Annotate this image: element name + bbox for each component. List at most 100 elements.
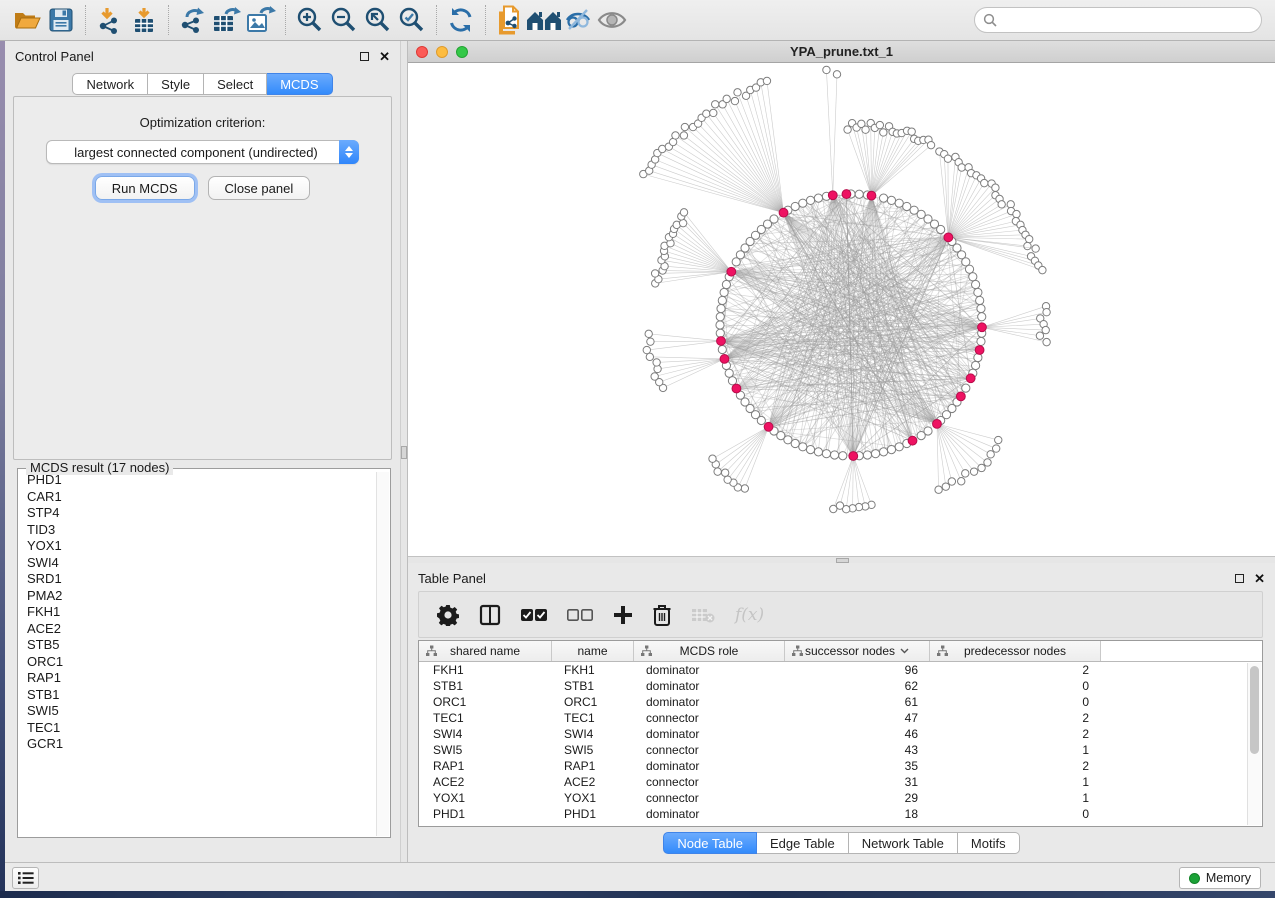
column-header-predecessor-nodes[interactable]: predecessor nodes bbox=[930, 641, 1101, 661]
column-header-MCDS-role[interactable]: MCDS role bbox=[634, 641, 785, 661]
criterion-dropdown[interactable]: largest connected component (undirected) bbox=[46, 140, 359, 164]
zoom-out-button[interactable] bbox=[327, 4, 361, 36]
mcds-result-item[interactable]: ACE2 bbox=[19, 621, 376, 638]
mcds-result-item[interactable]: ORC1 bbox=[19, 654, 376, 671]
mcds-result-item[interactable]: TID3 bbox=[19, 522, 376, 539]
mcds-result-item[interactable]: STB1 bbox=[19, 687, 376, 704]
open-file-button[interactable] bbox=[10, 4, 44, 36]
mcds-result-item[interactable]: PHD1 bbox=[19, 472, 376, 489]
toolbar-separator bbox=[436, 5, 437, 35]
network-window-titlebar[interactable]: YPA_prune.txt_1 bbox=[408, 41, 1275, 63]
export-table-icon bbox=[212, 6, 242, 34]
twin-houses-button[interactable] bbox=[527, 4, 561, 36]
table-row[interactable]: RAP1RAP1dominator352 bbox=[419, 758, 1262, 774]
add-column-icon[interactable] bbox=[613, 605, 633, 625]
table-row[interactable]: STB1STB1dominator620 bbox=[419, 678, 1262, 694]
clone-network-button[interactable] bbox=[493, 4, 527, 36]
table-tabs: Node TableEdge TableNetwork TableMotifs bbox=[663, 832, 1019, 854]
tab-network-table[interactable]: Network Table bbox=[849, 832, 958, 854]
mcds-result-item[interactable]: PMA2 bbox=[19, 588, 376, 605]
mcds-result-item[interactable]: FKH1 bbox=[19, 604, 376, 621]
tab-edge-table[interactable]: Edge Table bbox=[757, 832, 849, 854]
export-table-button[interactable] bbox=[210, 4, 244, 36]
task-history-button[interactable] bbox=[12, 867, 39, 889]
mcds-result-item[interactable]: RAP1 bbox=[19, 670, 376, 687]
search-box[interactable] bbox=[974, 7, 1262, 33]
column-header-successor-nodes[interactable]: successor nodes bbox=[785, 641, 930, 661]
column-header-name[interactable]: name bbox=[552, 641, 634, 661]
cell-name: FKH1 bbox=[552, 663, 634, 677]
mcds-result-item[interactable]: SRD1 bbox=[19, 571, 376, 588]
select-all-checks-icon[interactable] bbox=[521, 608, 547, 622]
tab-style[interactable]: Style bbox=[148, 73, 204, 95]
column-header-shared-name[interactable]: shared name bbox=[419, 641, 552, 661]
show-eye-button[interactable] bbox=[595, 4, 629, 36]
memory-button[interactable]: Memory bbox=[1179, 867, 1261, 889]
cell-predecessor_nodes: 1 bbox=[930, 775, 1101, 789]
import-table-button[interactable] bbox=[127, 4, 161, 36]
cell-shared_name: PHD1 bbox=[419, 807, 552, 821]
twin-houses-icon bbox=[526, 8, 562, 32]
tab-mcds[interactable]: MCDS bbox=[267, 73, 332, 95]
show-columns-icon[interactable] bbox=[479, 604, 501, 626]
tab-motifs[interactable]: Motifs bbox=[958, 832, 1020, 854]
cell-name: ACE2 bbox=[552, 775, 634, 789]
table-float-panel-icon[interactable] bbox=[1235, 574, 1244, 583]
cell-name: PHD1 bbox=[552, 807, 634, 821]
search-icon bbox=[983, 13, 997, 27]
table-row[interactable]: TEC1TEC1connector472 bbox=[419, 710, 1262, 726]
search-input[interactable] bbox=[997, 13, 1261, 28]
table-row[interactable]: SWI5SWI5connector431 bbox=[419, 742, 1262, 758]
tab-network[interactable]: Network bbox=[72, 73, 148, 95]
mcds-result-item[interactable]: SWI5 bbox=[19, 703, 376, 720]
refresh-layout-button[interactable] bbox=[444, 4, 478, 36]
run-mcds-button[interactable]: Run MCDS bbox=[95, 176, 195, 200]
column-header-label: name bbox=[577, 644, 607, 658]
table-close-panel-icon[interactable]: ✕ bbox=[1254, 574, 1265, 583]
tab-node-table[interactable]: Node Table bbox=[663, 832, 757, 854]
tab-select[interactable]: Select bbox=[204, 73, 267, 95]
mcds-result-scrollbar[interactable] bbox=[376, 472, 389, 836]
cell-name: YOX1 bbox=[552, 791, 634, 805]
close-panel-button[interactable]: Close panel bbox=[208, 176, 311, 200]
criterion-dropdown-value: largest connected component (undirected) bbox=[47, 145, 339, 160]
import-network-button[interactable] bbox=[93, 4, 127, 36]
table-row[interactable]: ORC1ORC1dominator610 bbox=[419, 694, 1262, 710]
table-row[interactable]: ACE2ACE2connector311 bbox=[419, 774, 1262, 790]
export-network-button[interactable] bbox=[176, 4, 210, 36]
settings-gear-icon[interactable] bbox=[437, 604, 459, 626]
zoom-selected-icon bbox=[398, 6, 426, 34]
delete-column-icon[interactable] bbox=[653, 604, 671, 626]
mcds-result-item[interactable]: YOX1 bbox=[19, 538, 376, 555]
vertical-splitter[interactable] bbox=[400, 41, 408, 862]
zoom-selected-button[interactable] bbox=[395, 4, 429, 36]
mcds-result-item[interactable]: STB5 bbox=[19, 637, 376, 654]
mcds-result-list[interactable]: PHD1CAR1STP4TID3YOX1SWI4SRD1PMA2FKH1ACE2… bbox=[19, 472, 376, 836]
horizontal-splitter[interactable] bbox=[408, 556, 1275, 563]
scrollbar-thumb[interactable] bbox=[1250, 666, 1259, 754]
export-image-button[interactable] bbox=[244, 4, 278, 36]
node-table-scrollbar[interactable] bbox=[1247, 663, 1261, 825]
node-table[interactable]: shared name name MCDS rolesuccessor nodesp… bbox=[418, 640, 1263, 827]
mcds-result-item[interactable]: STP4 bbox=[19, 505, 376, 522]
network-canvas[interactable] bbox=[408, 63, 1275, 556]
zoom-in-button[interactable] bbox=[293, 4, 327, 36]
deselect-all-checks-icon[interactable] bbox=[567, 608, 593, 622]
column-type-icon bbox=[791, 645, 804, 657]
hide-glasses-button[interactable] bbox=[561, 4, 595, 36]
table-row[interactable]: SWI4SWI4dominator462 bbox=[419, 726, 1262, 742]
float-panel-icon[interactable] bbox=[360, 52, 369, 61]
zoom-fit-button[interactable] bbox=[361, 4, 395, 36]
cell-shared_name: ACE2 bbox=[419, 775, 552, 789]
mcds-result-item[interactable]: SWI4 bbox=[19, 555, 376, 572]
table-row[interactable]: YOX1YOX1connector291 bbox=[419, 790, 1262, 806]
import-network-icon bbox=[97, 6, 123, 34]
table-row[interactable]: FKH1FKH1dominator962 bbox=[419, 662, 1262, 678]
mcds-result-item[interactable]: CAR1 bbox=[19, 489, 376, 506]
table-row[interactable]: PHD1PHD1dominator180 bbox=[419, 806, 1262, 822]
save-session-button[interactable] bbox=[44, 4, 78, 36]
mcds-result-item[interactable]: TEC1 bbox=[19, 720, 376, 737]
vertical-splitter-grip[interactable] bbox=[401, 446, 407, 459]
close-panel-icon[interactable]: ✕ bbox=[379, 52, 390, 61]
mcds-result-item[interactable]: GCR1 bbox=[19, 736, 376, 753]
